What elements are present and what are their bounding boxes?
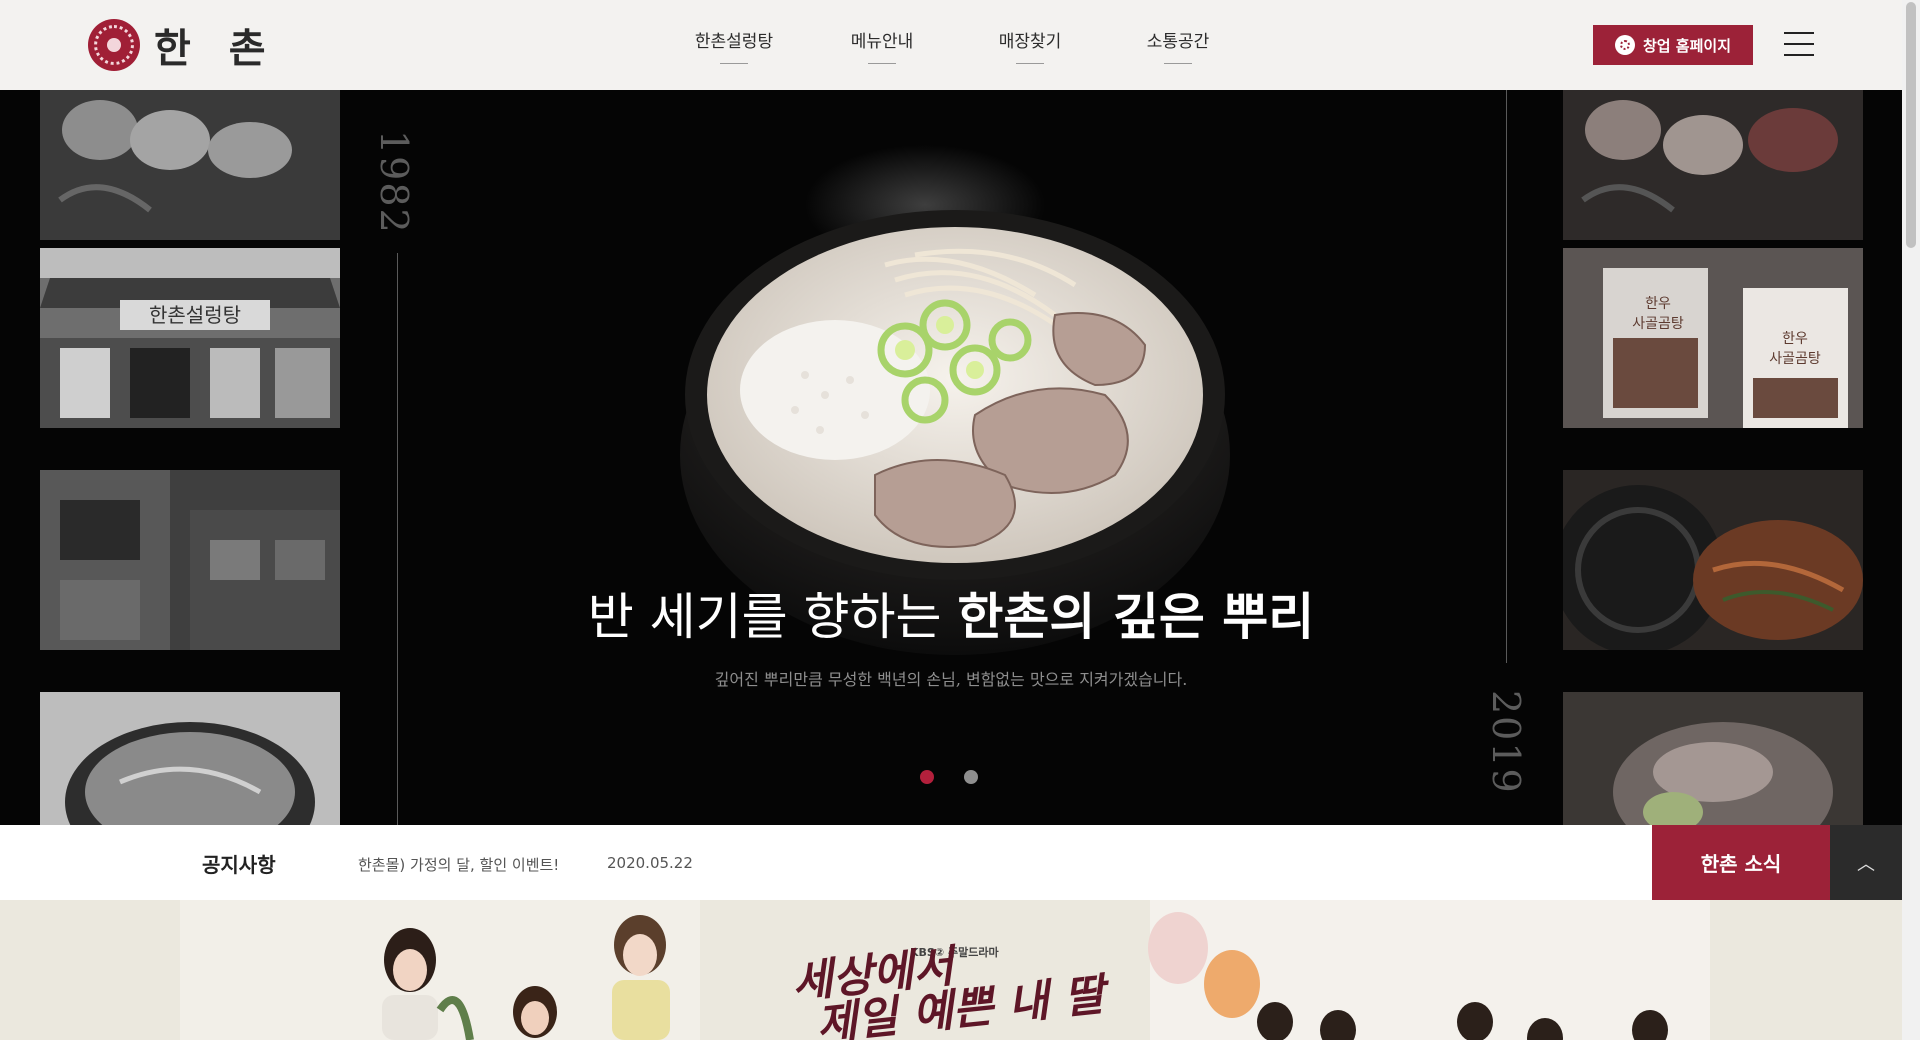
startup-homepage-label: 창업 홈페이지 bbox=[1642, 36, 1732, 55]
page-scrollbar[interactable] bbox=[1902, 0, 1920, 1040]
notice-bar: 공지사항 한촌몰) 가정의 달, 할인 이벤트! 2020.05.22 한촌 소… bbox=[0, 825, 1902, 900]
svg-text:사골곰탕: 사골곰탕 bbox=[1632, 316, 1684, 332]
nav-item-hanchon-seolleongtang[interactable]: 한촌설렁탕 bbox=[660, 0, 808, 90]
chevron-up-icon: ︿ bbox=[1857, 853, 1875, 875]
nav-item-community[interactable]: 소통공간 bbox=[1104, 0, 1252, 90]
nav-item-label: 한촌설렁탕 bbox=[694, 31, 774, 52]
year-1982: 1982 bbox=[372, 130, 416, 235]
logo-emblem-icon bbox=[88, 19, 140, 71]
nav-item-menu[interactable]: 메뉴안내 bbox=[808, 0, 956, 90]
site-header: 한 촌 한촌설렁탕 메뉴안내 매장찾기 소통공간 창업 홈페이지 bbox=[0, 0, 1902, 90]
logo[interactable]: 한 촌 bbox=[88, 18, 278, 72]
slider-pagination bbox=[920, 770, 1008, 784]
menu-icon[interactable] bbox=[1784, 32, 1814, 56]
slide-dot-2[interactable] bbox=[964, 770, 978, 784]
svg-text:사골곰탕: 사골곰탕 bbox=[1769, 351, 1821, 367]
nav-item-label: 메뉴안내 bbox=[850, 31, 914, 52]
timeline-left bbox=[397, 253, 398, 825]
year-2019: 2019 bbox=[1484, 690, 1528, 795]
startup-homepage-button[interactable]: 창업 홈페이지 bbox=[1593, 25, 1753, 65]
nav-item-store-finder[interactable]: 매장찾기 bbox=[956, 0, 1104, 90]
notice-label: 공지사항 bbox=[202, 853, 276, 877]
hero-title-bold: 한촌의 깊은 뿌리 bbox=[957, 587, 1315, 646]
scrollbar-thumb[interactable] bbox=[1906, 2, 1916, 248]
scroll-top-button[interactable]: ︿ bbox=[1830, 825, 1902, 900]
photo-old-store: 한촌설렁탕 bbox=[40, 248, 340, 428]
photo-meat-closeup bbox=[1563, 692, 1863, 825]
photo-packaged-products: 한우 사골곰탕 한우 사골곰탕 bbox=[1563, 248, 1863, 428]
hero-subtitle: 깊어진 뿌리만큼 무성한 백년의 손님, 변함없는 맛으로 지켜가겠습니다. bbox=[714, 670, 1188, 689]
notice-date: 2020.05.22 bbox=[607, 854, 693, 872]
svg-text:한우: 한우 bbox=[1782, 331, 1808, 347]
slide-dot-1[interactable] bbox=[920, 770, 934, 784]
hero-title-light: 반 세기를 향하는 bbox=[587, 588, 958, 646]
photo-soup-bowl-left bbox=[40, 692, 340, 825]
nav-item-label: 소통공간 bbox=[1146, 31, 1210, 52]
nav-item-label: 매장찾기 bbox=[998, 31, 1062, 52]
hero-slider: 한촌설렁탕 1982 한우 사골곰탕 한우 사골곰탕 2019 반 세기를 향하… bbox=[0, 90, 1902, 825]
notice-link[interactable]: 한촌몰) 가정의 달, 할인 이벤트! bbox=[358, 854, 559, 875]
svg-text:한우: 한우 bbox=[1645, 296, 1671, 312]
main-nav: 한촌설렁탕 메뉴안내 매장찾기 소통공간 bbox=[660, 0, 1252, 90]
drama-promo-banner[interactable]: KBS② 주말드라마 세상에서 제일 예쁜 내 딸 bbox=[0, 900, 1902, 1040]
svg-text:한촌설렁탕: 한촌설렁탕 bbox=[149, 303, 241, 327]
hero-title: 반 세기를 향하는 한촌의 깊은 뿌리 bbox=[0, 577, 1902, 649]
hanchon-news-button[interactable]: 한촌 소식 bbox=[1652, 825, 1830, 900]
photo-ingredients-right bbox=[1563, 90, 1863, 240]
logo-text: 한 촌 bbox=[154, 25, 278, 72]
photo-ingredients-left bbox=[40, 90, 340, 240]
emblem-icon bbox=[1614, 35, 1635, 55]
